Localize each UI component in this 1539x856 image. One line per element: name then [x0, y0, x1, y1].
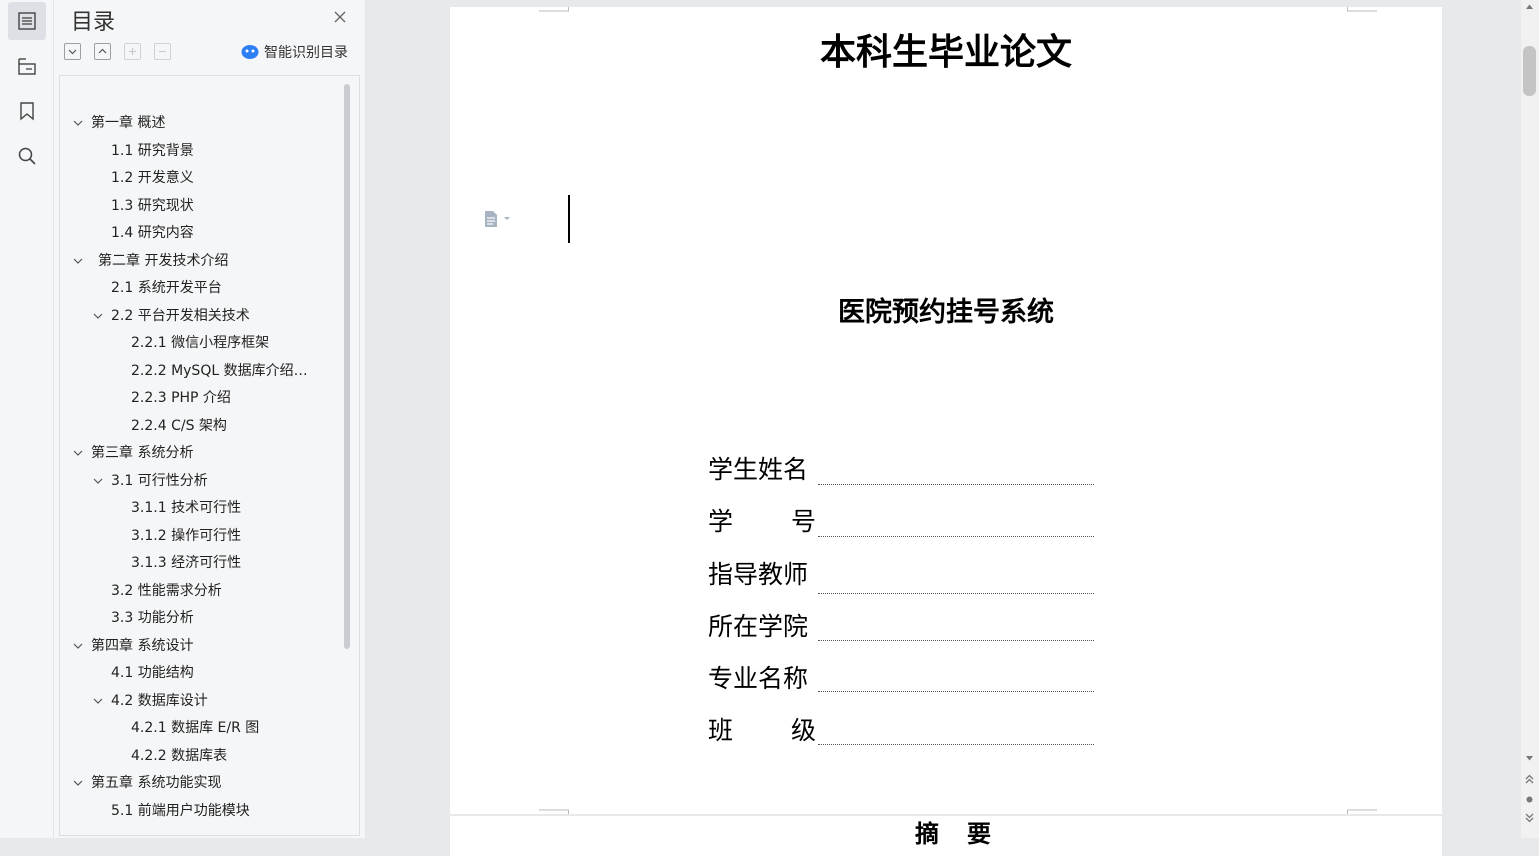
sidebar-rail	[0, 0, 54, 838]
bookmark-icon[interactable]	[8, 92, 46, 130]
field-line-college[interactable]	[818, 639, 1094, 641]
toc-item[interactable]: 2.2 平台开发相关技术	[111, 303, 250, 327]
page-corner-mark	[539, 7, 569, 12]
toc-item[interactable]: 5.1 前端用户功能模块	[111, 798, 250, 822]
previous-page-icon[interactable]	[1524, 773, 1535, 785]
toc-scrollbar[interactable]	[344, 84, 350, 649]
toc-title: 目录	[71, 10, 116, 35]
chevron-down-icon[interactable]	[72, 117, 84, 129]
add-heading-button[interactable]	[124, 43, 141, 60]
chevron-down-icon[interactable]	[92, 475, 104, 487]
page-corner-mark	[1347, 7, 1377, 12]
toc-item[interactable]: 1.3 研究现状	[111, 193, 194, 217]
field-line-student-id[interactable]	[818, 535, 1094, 537]
field-line-class[interactable]	[818, 743, 1094, 745]
field-label-college: 所在学院	[708, 612, 809, 641]
select-browse-object-icon[interactable]	[1525, 795, 1534, 804]
page-corner-mark	[539, 809, 569, 814]
toc-item[interactable]: 3.1.1 技术可行性	[131, 495, 241, 519]
field-line-advisor[interactable]	[818, 592, 1094, 594]
expand-all-button[interactable]	[64, 43, 81, 60]
chevron-down-icon[interactable]	[72, 777, 84, 789]
toc-item[interactable]: 1.2 开发意义	[111, 165, 194, 189]
toc-item[interactable]: 4.1 功能结构	[111, 660, 194, 684]
document-title: 本科生毕业论文	[819, 31, 1072, 73]
toc-panel: 目录 智能识别目录 第一章 概述 1.1 研究背景 1.2 开发意义 1.3 研…	[54, 0, 366, 838]
toc-item[interactable]: 3.2 性能需求分析	[111, 578, 222, 602]
toc-item[interactable]: 4.2 数据库设计	[111, 688, 208, 712]
search-icon[interactable]	[8, 137, 46, 175]
navigation-pane-icon[interactable]	[8, 47, 46, 85]
toc-item[interactable]: 第三章 系统分析	[91, 440, 193, 464]
toc-item[interactable]: 3.1.2 操作可行性	[131, 523, 241, 547]
abstract-heading: 摘要	[915, 819, 1019, 848]
document-subtitle: 医院预约挂号系统	[838, 297, 1054, 328]
field-line-major[interactable]	[818, 690, 1094, 692]
toc-item[interactable]: 3.1.3 经济可行性	[131, 550, 241, 574]
toc-item[interactable]: 4.2.1 数据库 E/R 图	[131, 715, 259, 739]
close-icon[interactable]	[330, 7, 350, 27]
smart-toc-label: 智能识别目录	[264, 45, 348, 61]
toc-item[interactable]: 2.2.1 微信小程序框架	[131, 330, 269, 354]
smart-recognition-icon	[241, 45, 259, 59]
toc-item[interactable]: 第二章 开发技术介绍	[98, 248, 228, 272]
field-line-student-name[interactable]	[818, 483, 1094, 485]
toc-item[interactable]: 3.1 可行性分析	[111, 468, 208, 492]
toc-item[interactable]: 1.4 研究内容	[111, 220, 194, 244]
toc-item[interactable]: 2.1 系统开发平台	[111, 275, 222, 299]
remove-heading-button[interactable]	[154, 43, 171, 60]
chevron-down-icon[interactable]	[72, 447, 84, 459]
field-label-student-id: 学号	[708, 507, 816, 536]
text-cursor	[568, 195, 570, 243]
toc-item[interactable]: 第一章 概述	[91, 110, 165, 134]
smart-toc-button[interactable]: 智能识别目录	[241, 42, 348, 62]
toc-item[interactable]: 3.3 功能分析	[111, 605, 194, 629]
field-label-advisor: 指导教师	[708, 560, 809, 589]
toc-item[interactable]: 4.2.2 数据库表	[131, 743, 227, 767]
vertical-scrollbar[interactable]	[1521, 0, 1539, 838]
toc-list: 第一章 概述 1.1 研究背景 1.2 开发意义 1.3 研究现状 1.4 研究…	[59, 75, 360, 836]
field-label-class: 班级	[708, 716, 816, 745]
toc-item[interactable]: 2.2.3 PHP 介绍	[131, 385, 231, 409]
chevron-down-icon[interactable]	[72, 255, 84, 267]
caret-down-icon	[504, 217, 510, 220]
document-icon	[485, 211, 497, 227]
next-page-icon[interactable]	[1524, 812, 1535, 824]
field-label-student-name: 学生姓名	[708, 455, 809, 484]
toc-item[interactable]: 第五章 系统功能实现	[91, 770, 221, 794]
toc-item[interactable]: 2.2.2 MySQL 数据库介绍…	[131, 358, 308, 382]
page-corner-mark	[1347, 809, 1377, 814]
toc-icon[interactable]	[8, 2, 46, 40]
toc-item[interactable]: 2.2.4 C/S 架构	[131, 413, 227, 437]
document-page[interactable]: 本科生毕业论文 医院预约挂号系统 学生姓名 学号 指导教师 所在学院 专业名称 …	[450, 7, 1442, 814]
scroll-down-arrow-icon[interactable]	[1525, 754, 1534, 762]
next-page[interactable]: 摘要	[450, 816, 1442, 856]
toc-item[interactable]: 1.1 研究背景	[111, 138, 194, 162]
scroll-up-arrow-icon[interactable]	[1525, 3, 1534, 11]
field-label-major: 专业名称	[708, 664, 809, 693]
chevron-down-icon[interactable]	[72, 640, 84, 652]
chevron-down-icon[interactable]	[92, 310, 104, 322]
chevron-down-icon[interactable]	[92, 695, 104, 707]
collapse-all-button[interactable]	[94, 43, 111, 60]
paragraph-menu-button[interactable]	[483, 210, 512, 228]
toc-item[interactable]: 第四章 系统设计	[91, 633, 193, 657]
scrollbar-thumb[interactable]	[1523, 46, 1536, 96]
